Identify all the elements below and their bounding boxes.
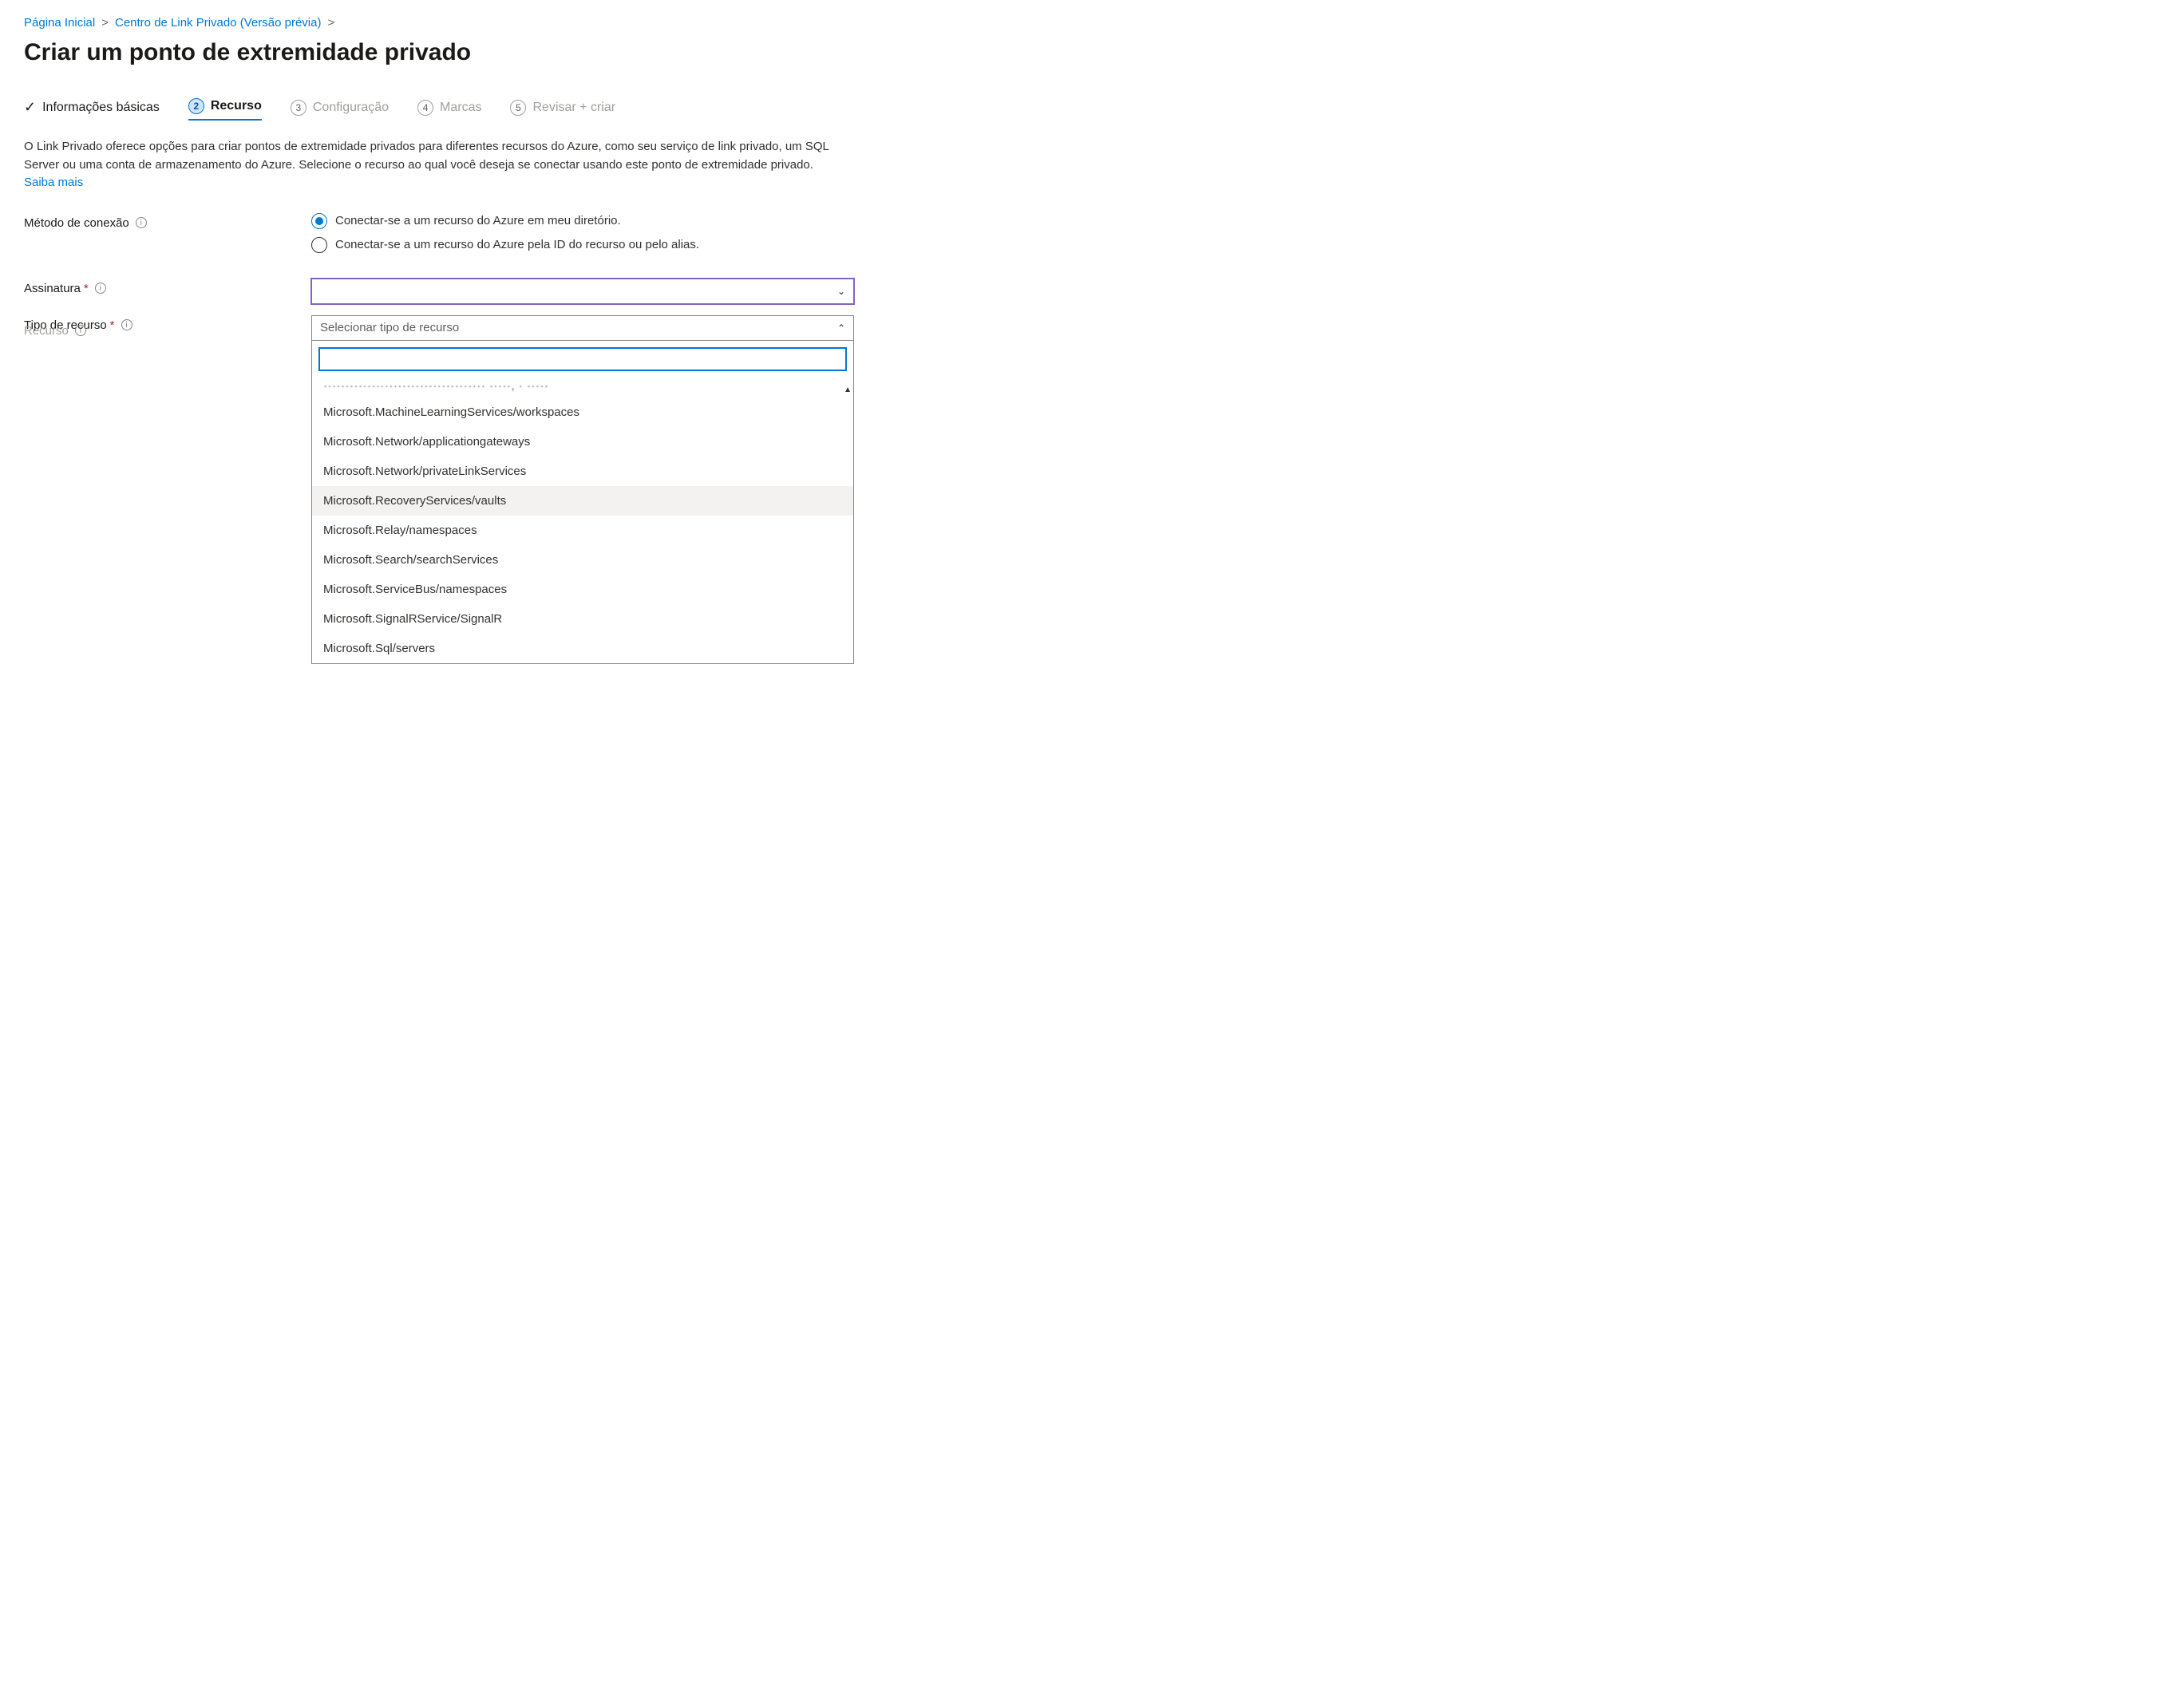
step-number-icon: 5 xyxy=(510,100,526,116)
info-icon[interactable]: i xyxy=(121,319,132,330)
label-resource-type: Tipo de recurso* i xyxy=(24,315,311,332)
radio-label: Conectar-se a um recurso do Azure pela I… xyxy=(335,238,699,251)
chevron-right-icon: > xyxy=(101,16,109,30)
dropdown-option-truncated[interactable]: ····································· ··… xyxy=(312,378,853,397)
breadcrumb: Página Inicial > Centro de Link Privado … xyxy=(24,16,2151,30)
learn-more-link[interactable]: Saiba mais xyxy=(24,176,83,189)
radio-connect-directory[interactable]: Conectar-se a um recurso do Azure em meu… xyxy=(311,213,854,229)
resource-type-dropdown: ▲ ····································· … xyxy=(311,341,854,664)
row-subscription: Assinatura* i ⌄ xyxy=(24,279,2151,304)
label-subscription: Assinatura* i xyxy=(24,279,311,295)
tab-label: Recurso xyxy=(211,99,262,113)
dropdown-option[interactable]: Microsoft.Search/searchServices xyxy=(312,545,853,575)
radio-connect-resource-id[interactable]: Conectar-se a um recurso do Azure pela I… xyxy=(311,237,854,253)
step-number-icon: 2 xyxy=(188,98,204,114)
step-number-icon: 4 xyxy=(417,100,433,116)
dropdown-option[interactable]: Microsoft.Network/privateLinkServices xyxy=(312,457,853,486)
tab-configuration[interactable]: 3 Configuração xyxy=(291,100,389,121)
required-asterisk: * xyxy=(84,282,89,295)
resource-type-placeholder: Selecionar tipo de recurso xyxy=(320,321,459,334)
checkmark-icon: ✓ xyxy=(24,99,36,116)
dropdown-option[interactable]: Microsoft.MachineLearningServices/worksp… xyxy=(312,397,853,427)
tab-basics[interactable]: ✓ Informações básicas xyxy=(24,99,160,121)
tab-label: Revisar + criar xyxy=(532,101,615,115)
resource-type-select[interactable]: Selecionar tipo de recurso ⌃ xyxy=(311,315,854,341)
label-connection-method: Método de conexão i xyxy=(24,213,311,230)
info-icon[interactable]: i xyxy=(95,283,106,294)
tab-review-create[interactable]: 5 Revisar + criar xyxy=(510,100,615,121)
breadcrumb-private-link-center[interactable]: Centro de Link Privado (Versão prévia) xyxy=(115,16,321,30)
wizard-tabs: ✓ Informações básicas 2 Recurso 3 Config… xyxy=(24,98,2151,121)
tab-tags[interactable]: 4 Marcas xyxy=(417,100,481,121)
resource-type-search-input[interactable] xyxy=(318,347,847,371)
dropdown-option[interactable]: Microsoft.SignalRService/SignalR xyxy=(312,604,853,634)
tab-label: Informações básicas xyxy=(42,101,160,115)
dropdown-option[interactable]: Microsoft.RecoveryServices/vaults xyxy=(312,486,853,516)
step-number-icon: 3 xyxy=(291,100,306,116)
resource-type-option-list[interactable]: ····································· ··… xyxy=(312,378,853,663)
chevron-down-icon: ⌄ xyxy=(837,286,845,297)
tab-label: Marcas xyxy=(440,101,481,115)
connection-method-radio-group: Conectar-se a um recurso do Azure em meu… xyxy=(311,213,854,253)
required-asterisk: * xyxy=(110,318,115,332)
intro-text: O Link Privado oferece opções para criar… xyxy=(24,138,838,192)
dropdown-option[interactable]: Microsoft.ServiceBus/namespaces xyxy=(312,575,853,604)
radio-label: Conectar-se a um recurso do Azure em meu… xyxy=(335,214,621,227)
dropdown-option[interactable]: Microsoft.Relay/namespaces xyxy=(312,516,853,545)
tab-resource[interactable]: 2 Recurso xyxy=(188,98,262,121)
dropdown-option[interactable]: Microsoft.Sql/servers xyxy=(312,634,853,663)
row-resource-type: Tipo de recurso* i Selecionar tipo de re… xyxy=(24,315,2151,664)
chevron-up-icon: ⌃ xyxy=(837,322,845,334)
tab-label: Configuração xyxy=(313,101,389,115)
chevron-right-icon: > xyxy=(327,16,334,30)
radio-icon xyxy=(311,213,327,229)
info-icon[interactable]: i xyxy=(136,217,147,228)
radio-icon xyxy=(311,237,327,253)
subscription-select[interactable]: ⌄ xyxy=(311,279,854,304)
page-title: Criar um ponto de extremidade privado xyxy=(24,39,2151,66)
row-connection-method: Método de conexão i Conectar-se a um rec… xyxy=(24,213,2151,253)
dropdown-option[interactable]: Microsoft.Network/applicationgateways xyxy=(312,427,853,457)
breadcrumb-home[interactable]: Página Inicial xyxy=(24,16,95,30)
